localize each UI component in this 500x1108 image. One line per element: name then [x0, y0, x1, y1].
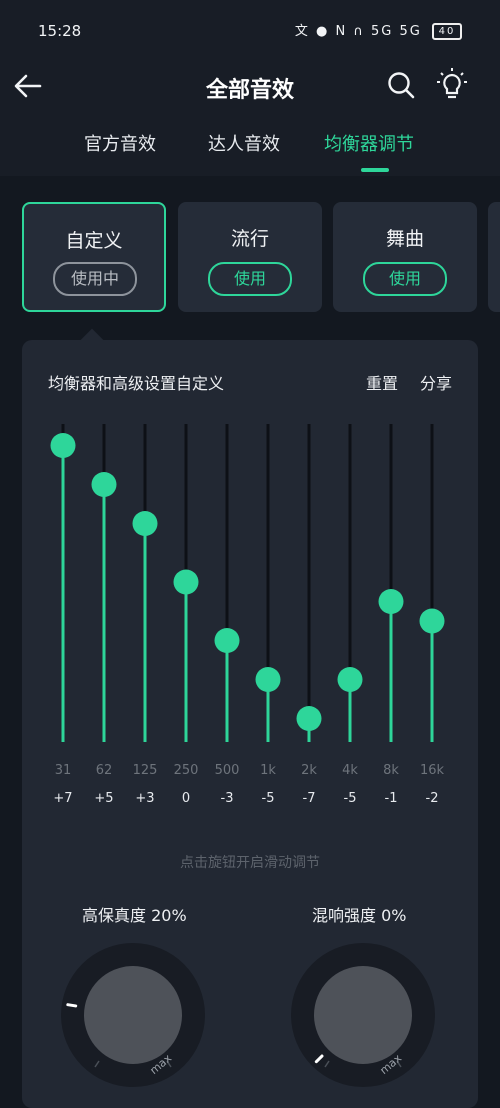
- preset-name: 舞曲: [385, 228, 424, 250]
- eq-frequency-label: 31: [55, 763, 72, 778]
- eq-frequency-label: 4k: [342, 763, 358, 778]
- fidelity-knob[interactable]: max: [60, 942, 206, 1088]
- preset-card-custom[interactable]: 自定义 使用中: [22, 202, 166, 312]
- preset-use-button[interactable]: 使用: [208, 262, 292, 296]
- status-icons: 文 ● N ∩ 5G 5G: [294, 24, 422, 39]
- page-title: 全部音效: [205, 78, 294, 103]
- eq-slider-thumb[interactable]: [255, 667, 281, 692]
- search-icon[interactable]: [386, 70, 416, 100]
- status-indicators: 文 ● N ∩ 5G 5G 40: [295, 20, 462, 40]
- eq-value-label: +5: [94, 791, 113, 806]
- eq-frequency-label: 250: [174, 763, 199, 778]
- reverb-knob[interactable]: max: [290, 942, 436, 1088]
- equalizer-panel: 均衡器和高级设置自定义 重置 分享 31 +7 62 +5 125 +3 250 0 500 -3…: [22, 340, 478, 1108]
- eq-slider-thumb[interactable]: [337, 667, 363, 692]
- eq-value-label: -7: [303, 791, 316, 806]
- fidelity-label: 高保真度 20%: [82, 906, 187, 925]
- preset-row: 自定义 使用中 流行 使用 舞曲 使用: [0, 176, 500, 326]
- eq-slider-thumb[interactable]: [419, 608, 445, 634]
- eq-value-label: -3: [221, 791, 234, 806]
- eq-slider-thumb[interactable]: [50, 433, 76, 458]
- eq-value-label: 0: [182, 791, 190, 806]
- reverb-label: 混响强度 0%: [312, 906, 407, 925]
- preset-in-use-button[interactable]: 使用中: [53, 262, 137, 296]
- eq-value-label: +7: [53, 791, 72, 806]
- eq-frequency-label: 8k: [383, 763, 399, 778]
- knob-dial[interactable]: [84, 966, 182, 1064]
- eq-slider-thumb[interactable]: [173, 569, 199, 595]
- eq-frequency-label: 2k: [301, 763, 317, 778]
- eq-slider-thumb[interactable]: [132, 511, 158, 536]
- tab-bar: 官方音效 达人音效 均衡器调节: [0, 130, 500, 170]
- eq-frequency-label: 16k: [420, 763, 445, 778]
- preset-card-pop[interactable]: 流行 使用: [178, 202, 322, 312]
- eq-slider-thumb[interactable]: [214, 628, 240, 653]
- status-time: 15:28: [38, 22, 82, 40]
- battery-icon: 40: [432, 23, 462, 40]
- eq-frequency-label: 62: [96, 763, 113, 778]
- light-bulb-icon[interactable]: [434, 66, 470, 102]
- preset-name: 流行: [230, 228, 269, 250]
- eq-value-label: -2: [426, 791, 439, 806]
- eq-frequency-label: 125: [133, 763, 158, 778]
- eq-frequency-label: 1k: [260, 763, 276, 778]
- eq-frequency-label: 500: [215, 763, 240, 778]
- eq-slider-thumb[interactable]: [91, 472, 117, 497]
- eq-value-label: -1: [385, 791, 398, 806]
- tab-equalizer[interactable]: 均衡器调节: [324, 130, 414, 156]
- tab-expert-effects[interactable]: 达人音效: [208, 130, 280, 156]
- knob-position-indicator: [66, 1003, 78, 1008]
- preset-card-partial[interactable]: [488, 202, 500, 312]
- equalizer-sliders: 31 +7 62 +5 125 +3 250 0 500 -3 1k -5 2k -7 4k -5 8k -1 16…: [50, 424, 445, 806]
- eq-value-label: -5: [262, 791, 275, 806]
- preset-card-dance[interactable]: 舞曲 使用: [333, 202, 477, 312]
- preset-name: 自定义: [65, 230, 123, 252]
- tab-official-effects[interactable]: 官方音效: [84, 130, 156, 156]
- eq-value-label: -5: [344, 791, 357, 806]
- active-tab-indicator: [361, 168, 389, 172]
- knob-dial[interactable]: [314, 966, 412, 1064]
- app-header: 全部音效 官方音效 达人音效 均衡器调节: [0, 56, 500, 176]
- status-bar: 15:28 文 ● N ∩ 5G 5G 40: [0, 0, 500, 56]
- eq-slider-thumb[interactable]: [378, 589, 404, 614]
- preset-use-button[interactable]: 使用: [363, 262, 447, 296]
- eq-slider-thumb[interactable]: [296, 706, 322, 731]
- eq-value-label: +3: [135, 791, 154, 806]
- knob-hint: 点击旋钮开启滑动调节: [180, 855, 320, 871]
